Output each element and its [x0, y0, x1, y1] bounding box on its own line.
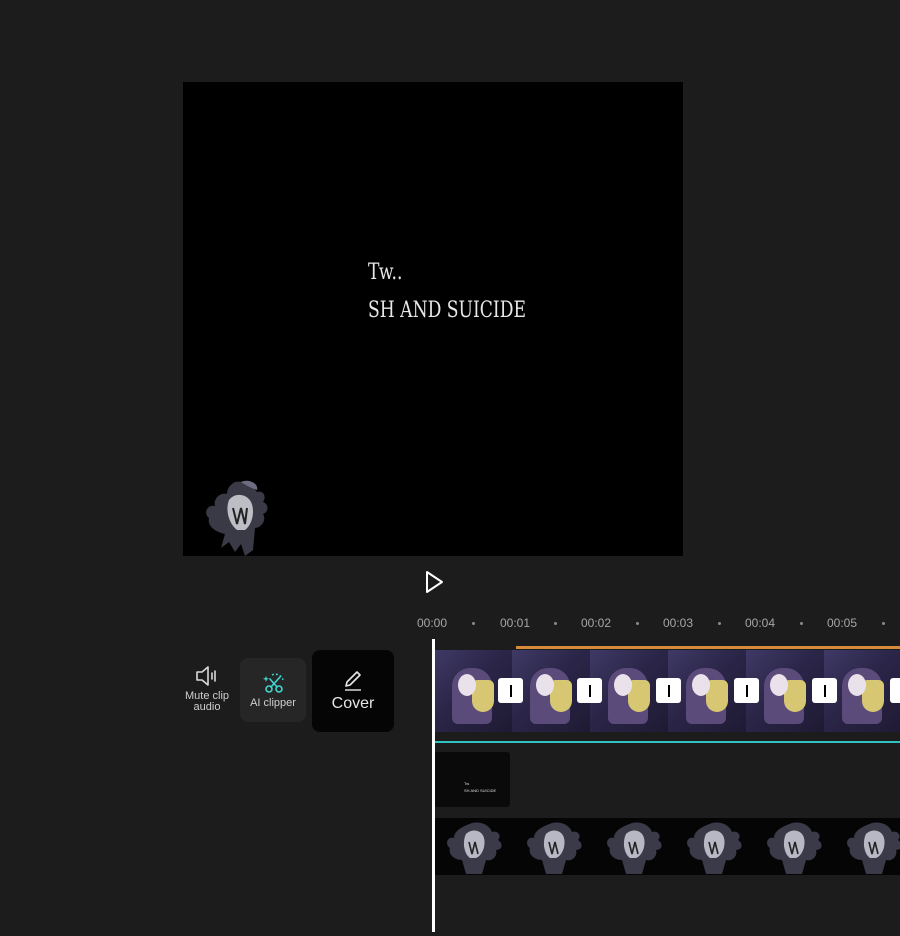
video-preview[interactable]: Tw.. SH AND SUICIDE: [183, 82, 683, 556]
sticker-overlay[interactable]: [201, 478, 273, 556]
sticker-thumbnail: [687, 822, 742, 874]
text-clip[interactable]: Tw SH AND SUICIDE: [434, 752, 510, 807]
ai-clipper-button[interactable]: AI clipper: [240, 658, 306, 722]
mute-clip-audio-label: Mute clip audio: [184, 690, 230, 713]
cover-button[interactable]: Cover: [312, 650, 394, 732]
sticker-thumbnail: [527, 822, 582, 874]
cover-label: Cover: [331, 695, 375, 712]
tick-dot: [554, 622, 557, 625]
audio-marker-line: [516, 646, 900, 649]
playhead[interactable]: [432, 639, 435, 932]
transition-button[interactable]: [656, 678, 681, 703]
sticker-thumbnail: [847, 822, 900, 874]
transition-button[interactable]: [812, 678, 837, 703]
transition-button[interactable]: [890, 678, 900, 703]
overlay-text-line1[interactable]: Tw..: [368, 260, 402, 285]
tick-label: 00:00: [416, 616, 448, 630]
transition-button[interactable]: [577, 678, 602, 703]
mute-clip-audio-button[interactable]: Mute clip audio: [178, 664, 236, 713]
text-clip-line1: Tw: [464, 781, 470, 786]
transition-button[interactable]: [734, 678, 759, 703]
tick-dot: [718, 622, 721, 625]
sticker-track[interactable]: [434, 818, 900, 875]
main-video-track[interactable]: [434, 650, 900, 732]
ai-clipper-label: AI clipper: [250, 697, 296, 709]
tick-dot: [882, 622, 885, 625]
ai-scissors-icon: [263, 673, 284, 693]
tick-dot: [800, 622, 803, 625]
speaker-icon: [196, 666, 216, 686]
sticker-thumbnail: [767, 822, 822, 874]
sticker-thumbnail: [447, 822, 502, 874]
tick-label: 00:05: [826, 616, 858, 630]
pencil-icon: [345, 671, 361, 691]
time-ruler[interactable]: 00:00 00:01 00:02 00:03 00:04 00:05: [0, 606, 900, 640]
transition-button[interactable]: [498, 678, 523, 703]
track-underline: [434, 741, 900, 743]
tick-dot: [472, 622, 475, 625]
tick-dot: [636, 622, 639, 625]
tick-label: 00:02: [580, 616, 612, 630]
sticker-thumbnail: [607, 822, 662, 874]
overlay-text-line2[interactable]: SH AND SUICIDE: [368, 298, 526, 323]
tick-label: 00:04: [744, 616, 776, 630]
tick-label: 00:01: [499, 616, 531, 630]
tick-label: 00:03: [662, 616, 694, 630]
play-icon[interactable]: [420, 568, 448, 596]
text-clip-line2: SH AND SUICIDE: [464, 788, 497, 793]
